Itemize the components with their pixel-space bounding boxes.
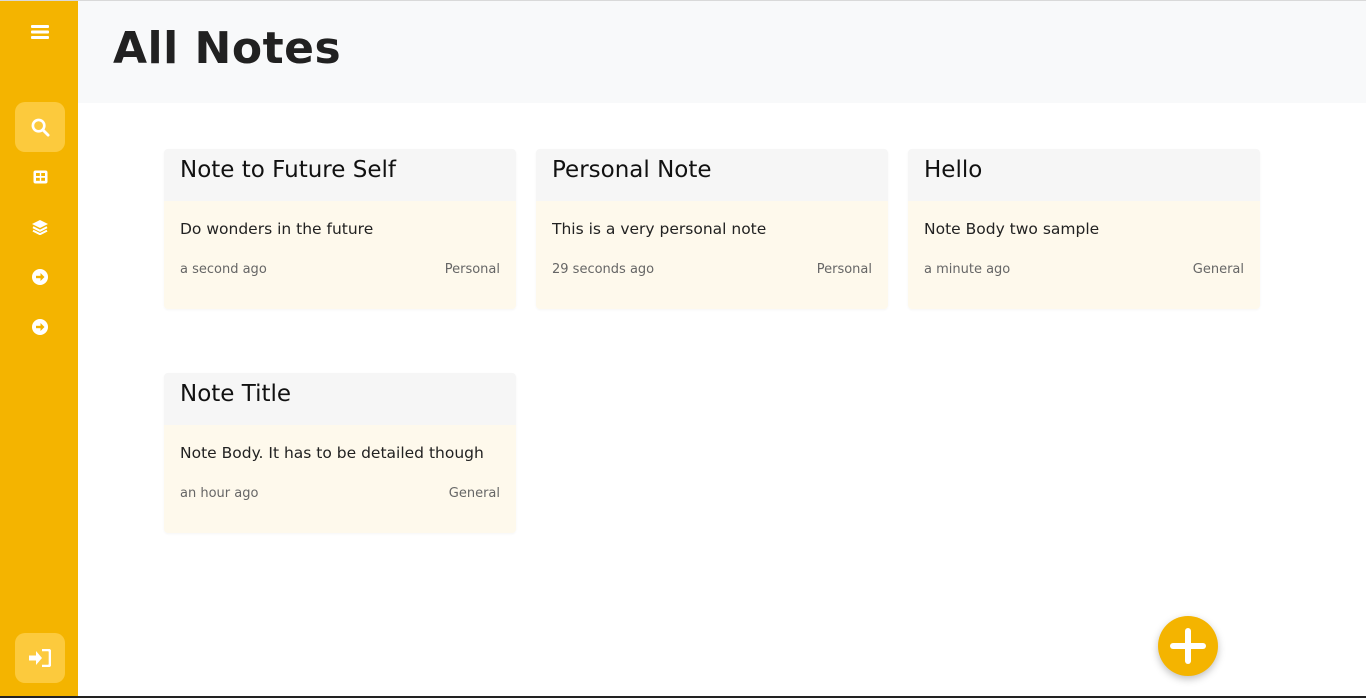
search-button[interactable] (15, 102, 65, 152)
sidebar (0, 1, 78, 696)
sign-in-icon (29, 649, 51, 667)
page-title: All Notes (113, 23, 342, 74)
note-category: General (1192, 262, 1244, 277)
note-title: Note to Future Self (180, 157, 396, 183)
note-title: Note Title (180, 381, 292, 407)
note-card-header: Hello (908, 149, 1260, 201)
page-header: All Notes (78, 1, 1366, 103)
note-timestamp: a second ago (180, 262, 267, 277)
note-timestamp: a minute ago (924, 262, 1011, 277)
add-note-button[interactable] (1158, 616, 1218, 676)
note-card[interactable]: Note to Future Self Do wonders in the fu… (164, 149, 516, 309)
note-footer: 29 seconds ago Personal (552, 262, 872, 277)
note-card[interactable]: Personal Note This is a very personal no… (536, 149, 888, 309)
note-title: Personal Note (552, 157, 712, 183)
note-body: Do wonders in the future (180, 220, 374, 238)
grid-icon (33, 170, 47, 184)
note-footer: a second ago Personal (180, 262, 500, 277)
note-title: Hello (924, 157, 983, 183)
note-card-body: Note Body. It has to be detailed though … (164, 425, 516, 533)
menu-button[interactable] (15, 7, 65, 57)
note-category: Personal (816, 262, 872, 277)
note-card[interactable]: Note Title Note Body. It has to be detai… (164, 373, 516, 533)
note-timestamp: 29 seconds ago (552, 262, 655, 277)
hamburger-menu-icon (31, 25, 49, 39)
grid-button[interactable] (15, 152, 65, 202)
note-category: Personal (444, 262, 500, 277)
note-card-body: Note Body two sample a minute ago Genera… (908, 201, 1260, 309)
app: All Notes Note to Future Self Do wonders… (0, 0, 1366, 698)
search-icon (31, 118, 50, 137)
note-card-body: Do wonders in the future a second ago Pe… (164, 201, 516, 309)
nav-button-2[interactable] (15, 302, 65, 352)
note-body: Note Body. It has to be detailed though (180, 444, 484, 462)
note-footer: a minute ago General (924, 262, 1244, 277)
note-timestamp: an hour ago (180, 486, 259, 501)
note-footer: an hour ago General (180, 486, 500, 501)
plus-icon (1170, 628, 1206, 664)
note-card-body: This is a very personal note 29 seconds … (536, 201, 888, 309)
note-card-header: Note Title (164, 373, 516, 425)
layers-icon (32, 219, 48, 235)
note-category: General (448, 486, 500, 501)
layers-button[interactable] (15, 202, 65, 252)
note-card-header: Note to Future Self (164, 149, 516, 201)
arrow-circle-right-icon (32, 319, 48, 335)
logout-button[interactable] (15, 633, 65, 683)
nav-button-1[interactable] (15, 252, 65, 302)
note-body: Note Body two sample (924, 220, 1100, 238)
note-card[interactable]: Hello Note Body two sample a minute ago … (908, 149, 1260, 309)
note-body: This is a very personal note (552, 220, 767, 238)
arrow-circle-right-icon (32, 269, 48, 285)
note-card-header: Personal Note (536, 149, 888, 201)
